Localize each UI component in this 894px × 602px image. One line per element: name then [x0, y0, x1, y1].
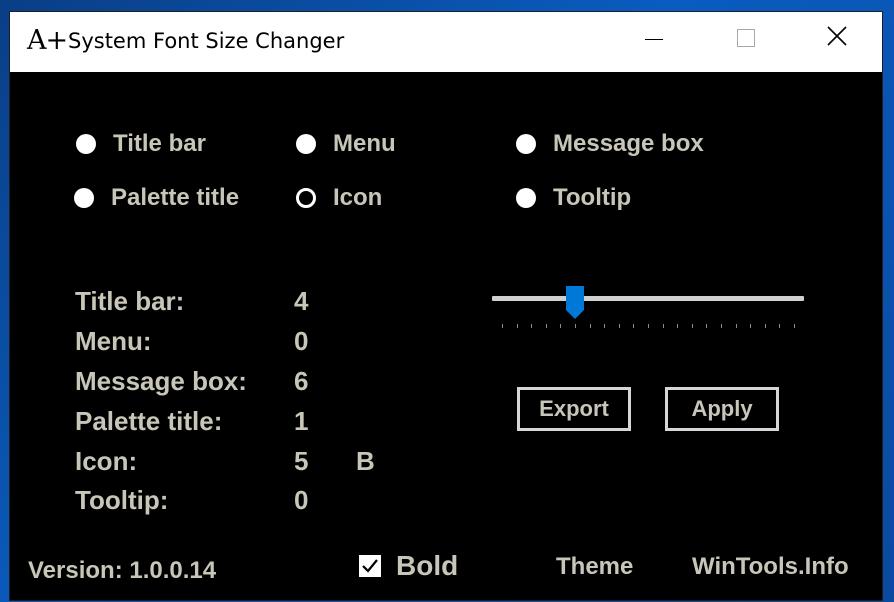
slider-tick: [619, 324, 620, 328]
radio-label-palette-title[interactable]: Palette title: [111, 184, 239, 212]
website-link[interactable]: WinTools.Info: [692, 553, 849, 581]
slider-tick: [677, 324, 678, 328]
slider-tick: [502, 324, 503, 328]
stat-value-palette-title: 1: [294, 406, 309, 436]
slider-tick: [706, 324, 707, 328]
slider-tick: [531, 324, 532, 328]
radio-label-message-box[interactable]: Message box: [553, 130, 704, 158]
stat-label-message-box: Message box:: [75, 366, 247, 396]
slider-tick: [794, 324, 795, 328]
title-bar[interactable]: A+ System Font Size Changer: [10, 12, 882, 72]
app-window: A+ System Font Size Changer Title bar Me…: [10, 12, 882, 600]
slider-thumb[interactable]: [565, 285, 585, 320]
radio-title-bar[interactable]: [76, 134, 96, 154]
checkmark-icon: [362, 559, 378, 573]
slider-tick: [736, 324, 737, 328]
bold-checkbox[interactable]: [359, 555, 381, 577]
slider-tick: [721, 324, 722, 328]
close-button[interactable]: [808, 12, 866, 62]
radio-palette-title[interactable]: [74, 188, 94, 208]
stat-label-menu: Menu:: [75, 326, 152, 356]
slider-track[interactable]: [492, 296, 804, 301]
stat-value-icon: 5: [294, 446, 309, 476]
export-button-label: Export: [539, 396, 609, 421]
slider-tick: [517, 324, 518, 328]
slider-tick: [560, 324, 561, 328]
minimize-button[interactable]: [625, 12, 683, 62]
slider-tick: [779, 324, 780, 328]
export-button[interactable]: Export: [517, 387, 631, 431]
slider-tick: [575, 324, 576, 328]
slider-tick: [590, 324, 591, 328]
close-icon: [827, 26, 847, 46]
slider-tick: [692, 324, 693, 328]
theme-link[interactable]: Theme: [556, 553, 633, 581]
maximize-button[interactable]: [717, 12, 775, 62]
bold-label[interactable]: Bold: [396, 550, 458, 582]
window-title: System Font Size Changer: [68, 29, 345, 53]
slider-tick: [633, 324, 634, 328]
radio-menu[interactable]: [296, 134, 316, 154]
apply-button-label: Apply: [691, 396, 753, 421]
version-label: Version: 1.0.0.14: [28, 557, 217, 584]
slider-tick: [750, 324, 751, 328]
radio-message-box[interactable]: [516, 134, 536, 154]
stat-value-menu: 0: [294, 326, 309, 356]
stat-label-palette-title: Palette title:: [75, 406, 223, 436]
apply-button[interactable]: Apply: [665, 387, 779, 431]
app-icon: A+: [27, 25, 68, 56]
radio-label-menu[interactable]: Menu: [333, 130, 396, 158]
radio-label-icon[interactable]: Icon: [333, 184, 382, 212]
radio-label-tooltip[interactable]: Tooltip: [553, 184, 631, 212]
stat-label-title-bar: Title bar:: [75, 286, 185, 316]
maximize-icon: [737, 29, 755, 47]
radio-label-title-bar[interactable]: Title bar: [113, 130, 206, 158]
radio-icon[interactable]: [296, 188, 316, 208]
stat-bold-flag-icon: B: [356, 446, 375, 476]
slider-tick: [604, 324, 605, 328]
stat-value-tooltip: 0: [294, 485, 309, 515]
slider-tick: [648, 324, 649, 328]
stat-value-message-box: 6: [294, 366, 309, 396]
radio-tooltip[interactable]: [516, 188, 536, 208]
slider-tick: [765, 324, 766, 328]
stat-label-icon: Icon:: [75, 446, 138, 476]
stat-value-title-bar: 4: [294, 286, 309, 316]
slider-tick: [546, 324, 547, 328]
slider-tick: [663, 324, 664, 328]
minimize-icon: [645, 39, 663, 40]
stat-label-tooltip: Tooltip:: [75, 485, 169, 515]
